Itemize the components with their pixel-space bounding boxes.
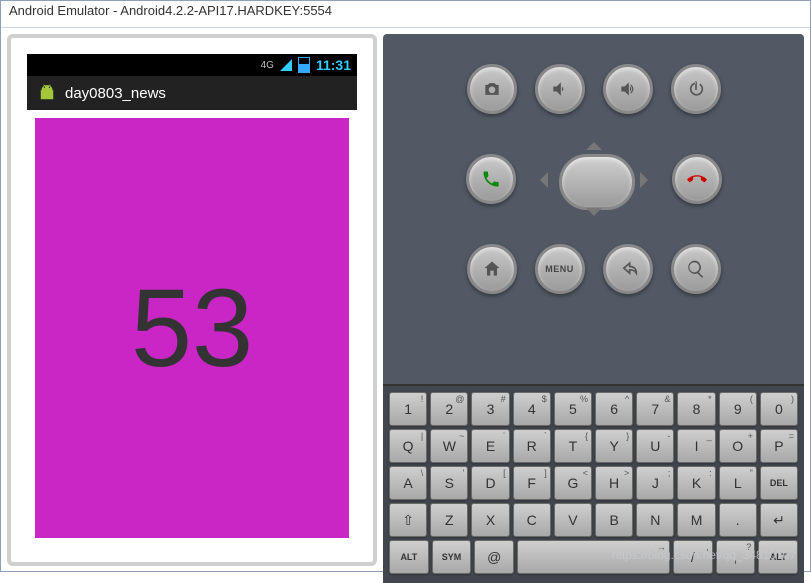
key-o[interactable]: O+ xyxy=(719,429,757,463)
key-z[interactable]: Z xyxy=(430,503,468,537)
android-logo-icon xyxy=(37,82,57,104)
key-5[interactable]: 5% xyxy=(554,392,592,426)
key-4[interactable]: 4$ xyxy=(513,392,551,426)
kbd-row-1: 1!2@3#4$5%6^7&8*9(0) xyxy=(389,392,798,426)
call-button[interactable] xyxy=(466,154,516,204)
key-.[interactable]: . xyxy=(719,503,757,537)
back-button[interactable] xyxy=(603,244,653,294)
key-w[interactable]: W~ xyxy=(430,429,468,463)
emulator-window: Android Emulator - Android4.2.2-API17.HA… xyxy=(0,0,811,572)
key-v[interactable]: V xyxy=(554,503,592,537)
kbd-row-4: ⇧ZXCVBNM.↵ xyxy=(389,503,798,537)
key-h[interactable]: H> xyxy=(595,466,633,500)
volume-down-button[interactable] xyxy=(535,64,585,114)
dpad-left[interactable] xyxy=(532,172,548,188)
key-k[interactable]: K: xyxy=(677,466,715,500)
key-⇧[interactable]: ⇧ xyxy=(389,503,427,537)
volume-up-button[interactable] xyxy=(603,64,653,114)
app-action-bar: day0803_news xyxy=(27,76,357,110)
dpad-up[interactable] xyxy=(586,134,602,150)
key-u[interactable]: U- xyxy=(636,429,674,463)
app-content: 53 xyxy=(27,110,357,546)
key-n[interactable]: N xyxy=(636,503,674,537)
key-del[interactable]: DEL xyxy=(760,466,798,500)
kbd-row-3: A\S'D[F]G<H>J;K:L"DEL xyxy=(389,466,798,500)
end-call-button[interactable] xyxy=(672,154,722,204)
window-body: 4G 11:31 day0803_news 53 xyxy=(1,28,810,572)
key-7[interactable]: 7& xyxy=(636,392,674,426)
android-status-bar: 4G 11:31 xyxy=(27,54,357,76)
key-↵[interactable]: ↵ xyxy=(760,503,798,537)
key-i[interactable]: I_ xyxy=(677,429,715,463)
key-8[interactable]: 8* xyxy=(677,392,715,426)
key-y[interactable]: Y} xyxy=(595,429,633,463)
content-panel: 53 xyxy=(35,118,349,538)
key-q[interactable]: Q| xyxy=(389,429,427,463)
key-x[interactable]: X xyxy=(471,503,509,537)
key-l[interactable]: L" xyxy=(719,466,757,500)
key-6[interactable]: 6^ xyxy=(595,392,633,426)
kbd-row-2: Q|W~E¨R`T{Y}U-I_O+P= xyxy=(389,429,798,463)
home-button[interactable] xyxy=(467,244,517,294)
back-icon xyxy=(618,259,638,279)
hw-row-2 xyxy=(466,134,722,224)
key-c[interactable]: C xyxy=(513,503,551,537)
key-g[interactable]: G< xyxy=(554,466,592,500)
key-0[interactable]: 0) xyxy=(760,392,798,426)
search-icon xyxy=(686,259,706,279)
hw-buttons-area: MENU xyxy=(383,34,804,384)
key-t[interactable]: T{ xyxy=(554,429,592,463)
key-1[interactable]: 1! xyxy=(389,392,427,426)
hardware-panel: MENU 1!2@3#4$5%6^7&8*9(0) Q|W~E¨R`T{Y}U-… xyxy=(383,34,804,566)
key-alt[interactable]: ALT xyxy=(389,540,429,574)
key-d[interactable]: D[ xyxy=(471,466,509,500)
battery-icon xyxy=(298,57,310,73)
key-@[interactable]: @ xyxy=(474,540,514,574)
network-indicator: 4G xyxy=(261,60,274,71)
camera-icon xyxy=(482,79,502,99)
status-clock: 11:31 xyxy=(316,57,351,73)
volume-down-icon xyxy=(550,79,570,99)
window-title: Android Emulator - Android4.2.2-API17.HA… xyxy=(1,1,810,28)
key-p[interactable]: P= xyxy=(760,429,798,463)
dpad xyxy=(524,134,664,224)
key-r[interactable]: R` xyxy=(513,429,551,463)
menu-button[interactable]: MENU xyxy=(535,244,585,294)
device-screen[interactable]: 4G 11:31 day0803_news 53 xyxy=(27,54,357,546)
key-f[interactable]: F] xyxy=(513,466,551,500)
key-a[interactable]: A\ xyxy=(389,466,427,500)
key-s[interactable]: S' xyxy=(430,466,468,500)
key-3[interactable]: 3# xyxy=(471,392,509,426)
key-sym[interactable]: SYM xyxy=(432,540,472,574)
search-button[interactable] xyxy=(671,244,721,294)
dpad-center[interactable] xyxy=(559,154,635,210)
key-j[interactable]: J; xyxy=(636,466,674,500)
dpad-right[interactable] xyxy=(640,172,656,188)
key-9[interactable]: 9( xyxy=(719,392,757,426)
end-call-icon xyxy=(687,169,707,189)
device-frame: 4G 11:31 day0803_news 53 xyxy=(7,34,377,566)
power-button[interactable] xyxy=(671,64,721,114)
key-2[interactable]: 2@ xyxy=(430,392,468,426)
content-number: 53 xyxy=(131,265,253,392)
dpad-down[interactable] xyxy=(586,208,602,224)
volume-up-icon xyxy=(618,79,638,99)
app-title: day0803_news xyxy=(65,85,166,102)
key-b[interactable]: B xyxy=(595,503,633,537)
home-icon xyxy=(482,259,502,279)
power-icon xyxy=(686,79,706,99)
watermark: https://blog.csdn.net/qq_34810707 xyxy=(612,548,796,562)
key-m[interactable]: M xyxy=(677,503,715,537)
signal-icon xyxy=(280,59,292,71)
key-e[interactable]: E¨ xyxy=(471,429,509,463)
hw-row-3: MENU xyxy=(467,244,721,294)
call-icon xyxy=(481,169,501,189)
camera-button[interactable] xyxy=(467,64,517,114)
menu-label: MENU xyxy=(545,264,574,274)
hw-row-1 xyxy=(467,64,721,114)
